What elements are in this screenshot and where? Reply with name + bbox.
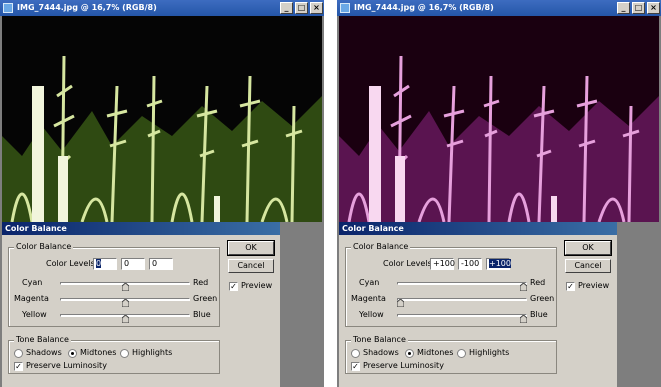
shadows-radio[interactable]	[351, 349, 360, 358]
slider-left-label: Yellow	[359, 310, 384, 319]
color-level-field-3[interactable]: +100	[486, 258, 511, 270]
preview-checkbox[interactable]: ✓	[229, 282, 238, 291]
screenshot-left: IMG_7444.jpg @ 16,7% (RGB/8) _ □ × Color…	[0, 0, 324, 387]
preview-label: Preview	[241, 281, 273, 290]
check-icon: ✓	[567, 282, 574, 291]
highlights-radio[interactable]	[457, 349, 466, 358]
highlights-label: Highlights	[132, 348, 173, 357]
ok-button[interactable]: OK	[227, 240, 275, 256]
slider-right-label: Red	[530, 278, 546, 287]
highlights-radio[interactable]	[120, 349, 129, 358]
yellow-blue-slider-thumb[interactable]	[121, 315, 129, 323]
plants-photo	[2, 16, 322, 222]
minimize-button[interactable]: _	[280, 2, 293, 14]
cyan-red-slider-thumb[interactable]	[121, 283, 129, 291]
maximize-button[interactable]: □	[295, 2, 308, 14]
color-level-field-2[interactable]: -100	[458, 258, 482, 270]
photoshop-document-icon	[3, 3, 13, 13]
tone-balance-group-label: Tone Balance	[351, 335, 408, 345]
preserve-luminosity-label: Preserve Luminosity	[26, 361, 107, 370]
slider-right-label: Blue	[193, 310, 211, 319]
slider-left-label: Yellow	[22, 310, 47, 319]
document-titlebar[interactable]: IMG_7444.jpg @ 16,7% (RGB/8) _ □ ×	[0, 0, 324, 16]
document-titlebar[interactable]: IMG_7444.jpg @ 16,7% (RGB/8) _ □ ×	[337, 0, 661, 16]
magenta-green-slider-track[interactable]	[397, 298, 527, 301]
tone-balance-group-label: Tone Balance	[14, 335, 71, 345]
panel-separator	[324, 0, 337, 387]
slider-right-label: Blue	[530, 310, 548, 319]
color-balance-group-label: Color Balance	[14, 242, 74, 252]
minimize-icon: _	[621, 3, 626, 12]
screenshot-right: IMG_7444.jpg @ 16,7% (RGB/8) _ □ × Color…	[337, 0, 661, 387]
slider-right-label: Green	[193, 294, 218, 303]
magenta-green-slider-thumb[interactable]	[397, 299, 404, 307]
check-icon: ✓	[230, 282, 237, 291]
photoshop-document-icon	[340, 3, 350, 13]
cancel-button[interactable]: Cancel	[228, 259, 274, 273]
close-icon: ×	[650, 3, 657, 12]
document-title: IMG_7444.jpg @ 16,7% (RGB/8)	[354, 3, 494, 12]
document-title: IMG_7444.jpg @ 16,7% (RGB/8)	[17, 3, 157, 12]
yellow-blue-slider-thumb[interactable]	[520, 315, 527, 323]
close-button[interactable]: ×	[647, 2, 660, 14]
preserve-luminosity-label: Preserve Luminosity	[363, 361, 444, 370]
dialog-title: Color Balance	[5, 224, 67, 233]
color-level-field-1[interactable]: +100	[430, 258, 455, 270]
slider-right-label: Red	[193, 278, 209, 287]
dialog-title: Color Balance	[342, 224, 404, 233]
preserve-luminosity-checkbox[interactable]: ✓	[351, 362, 360, 371]
color-levels-label: Color Levels:	[46, 259, 98, 268]
maximize-button[interactable]: □	[632, 2, 645, 14]
cyan-red-slider-thumb[interactable]	[520, 283, 527, 291]
cyan-red-slider-track[interactable]	[397, 282, 527, 285]
magenta-green-slider-thumb[interactable]	[121, 299, 129, 307]
document-window: IMG_7444.jpg @ 16,7% (RGB/8) _ □ × Color…	[337, 0, 661, 387]
minimize-button[interactable]: _	[617, 2, 630, 14]
dialog-titlebar[interactable]: Color Balance	[339, 222, 617, 235]
midtones-radio[interactable]	[405, 349, 414, 358]
shadows-label: Shadows	[26, 348, 62, 357]
slider-left-label: Cyan	[22, 278, 43, 287]
color-levels-label: Color Levels:	[383, 259, 435, 268]
midtones-label: Midtones	[80, 348, 117, 357]
document-canvas[interactable]	[2, 16, 322, 222]
slider-left-label: Cyan	[359, 278, 380, 287]
document-canvas[interactable]	[339, 16, 659, 222]
preview-checkbox[interactable]: ✓	[566, 282, 575, 291]
highlights-label: Highlights	[469, 348, 510, 357]
color-level-field-1[interactable]: 0	[93, 258, 117, 270]
preview-label: Preview	[578, 281, 610, 290]
document-window: IMG_7444.jpg @ 16,7% (RGB/8) _ □ × Color…	[0, 0, 324, 387]
plants-photo	[339, 16, 659, 222]
minimize-icon: _	[284, 3, 289, 12]
shadows-label: Shadows	[363, 348, 399, 357]
maximize-icon: □	[297, 3, 306, 12]
yellow-blue-slider-track[interactable]	[397, 314, 527, 317]
color-balance-dialog: Color Balance Color Balance Color Levels…	[339, 222, 617, 387]
slider-right-label: Green	[530, 294, 555, 303]
color-balance-dialog: Color Balance Color Balance Color Levels…	[2, 222, 280, 387]
check-icon: ✓	[352, 362, 359, 371]
maximize-icon: □	[634, 3, 643, 12]
ok-button[interactable]: OK	[564, 240, 612, 256]
check-icon: ✓	[15, 362, 22, 371]
close-icon: ×	[313, 3, 320, 12]
preserve-luminosity-checkbox[interactable]: ✓	[14, 362, 23, 371]
shadows-radio[interactable]	[14, 349, 23, 358]
slider-left-label: Magenta	[351, 294, 386, 303]
slider-left-label: Magenta	[14, 294, 49, 303]
color-level-field-2[interactable]: 0	[121, 258, 145, 270]
dialog-titlebar[interactable]: Color Balance	[2, 222, 280, 235]
midtones-radio[interactable]	[68, 349, 77, 358]
midtones-label: Midtones	[417, 348, 454, 357]
cancel-button[interactable]: Cancel	[565, 259, 611, 273]
color-level-field-3[interactable]: 0	[149, 258, 173, 270]
color-balance-group-label: Color Balance	[351, 242, 411, 252]
close-button[interactable]: ×	[310, 2, 323, 14]
